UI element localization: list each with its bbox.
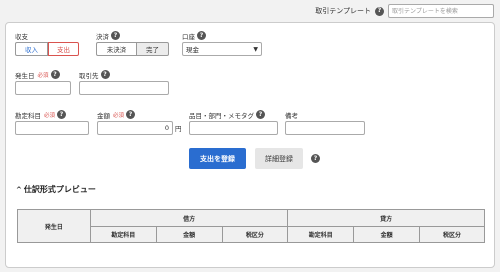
required-badge: 必須 (37, 72, 49, 79)
income-expense-toggle: 収入 支出 (15, 42, 79, 56)
yen-unit: 円 (175, 125, 182, 133)
help-icon[interactable]: ? (311, 154, 320, 163)
help-icon[interactable]: ? (197, 31, 206, 40)
detail-register-button[interactable]: 詳細登録 (255, 148, 303, 169)
preview-toggle[interactable]: ^ 仕訳形式プレビュー (16, 184, 96, 195)
credit-tax-header: 税区分 (419, 226, 485, 243)
remarks-input[interactable] (285, 121, 365, 135)
help-icon[interactable]: ? (256, 110, 265, 119)
partner-input[interactable] (79, 81, 169, 95)
template-bar: 取引テンプレート ? (315, 2, 494, 20)
amount-label: 金額 (97, 111, 110, 120)
expense-option[interactable]: 支出 (48, 42, 79, 56)
income-expense-label: 収支 (15, 32, 28, 41)
required-badge: 必須 (113, 112, 125, 119)
date-column-header: 発生日 (17, 209, 91, 243)
help-icon[interactable]: ? (375, 6, 384, 16)
debit-tax-header: 税区分 (221, 226, 289, 243)
date-field: 発生日 必須 ? (15, 70, 71, 95)
date-label: 発生日 (15, 71, 35, 80)
credit-header: 貸方 (287, 209, 485, 227)
settlement-toggle: 未決済 完了 (96, 42, 169, 56)
account-item-label: 勘定科目 (15, 111, 41, 120)
required-badge: 必須 (44, 112, 56, 119)
account-field: 口座 ? 現金 ▼ (182, 31, 262, 56)
item-tags-input[interactable] (189, 121, 278, 135)
help-icon[interactable]: ? (50, 70, 60, 79)
help-icon[interactable]: ? (126, 110, 136, 119)
settlement-field: 決済 ? 未決済 完了 (96, 31, 169, 56)
transaction-form-card: 収支 収入 支出 決済 ? 未決済 完了 口座 ? 現金 ▼ 発生日 必須 ? … (5, 22, 495, 268)
template-label: 取引テンプレート (315, 7, 371, 15)
income-expense-field: 収支 収入 支出 (15, 31, 79, 56)
account-select[interactable]: 現金 ▼ (182, 42, 262, 56)
remarks-field: 備考 (285, 110, 365, 135)
remarks-label: 備考 (285, 111, 298, 120)
debit-header: 借方 (89, 209, 289, 227)
account-value: 現金 (186, 46, 199, 54)
date-input[interactable] (15, 81, 71, 95)
income-option[interactable]: 収入 (15, 42, 48, 56)
partner-label: 取引先 (79, 71, 99, 80)
register-expense-button[interactable]: 支出を登録 (189, 148, 246, 169)
account-item-input[interactable] (15, 121, 89, 135)
amount-field: 金額 必須 ? 0 円 (97, 110, 182, 135)
credit-amount-header: 金額 (353, 226, 421, 243)
chevron-up-icon: ^ (16, 185, 22, 194)
debit-amount-header: 金額 (155, 226, 223, 243)
template-search-input[interactable] (388, 4, 494, 18)
debit-account-header: 勘定科目 (89, 226, 157, 243)
item-tags-field: 品目・部門・メモタグ ? (189, 110, 278, 135)
item-tags-label: 品目・部門・メモタグ (189, 111, 254, 120)
partner-field: 取引先 ? (79, 70, 169, 95)
help-icon[interactable]: ? (111, 31, 120, 40)
help-icon[interactable]: ? (100, 70, 110, 79)
account-label: 口座 (182, 32, 195, 41)
credit-account-header: 勘定科目 (287, 226, 355, 243)
completed-option[interactable]: 完了 (137, 42, 169, 56)
account-item-field: 勘定科目 必須 ? (15, 110, 89, 135)
unsettled-option[interactable]: 未決済 (96, 42, 137, 56)
chevron-down-icon: ▼ (253, 45, 258, 53)
journal-preview-table: 発生日 借方 貸方 勘定科目 金額 税区分 勘定科目 金額 税区分 (17, 209, 485, 243)
help-icon[interactable]: ? (57, 110, 67, 119)
settlement-label: 決済 (96, 32, 109, 41)
preview-title: 仕訳形式プレビュー (23, 185, 96, 194)
amount-input[interactable]: 0 (97, 121, 173, 135)
